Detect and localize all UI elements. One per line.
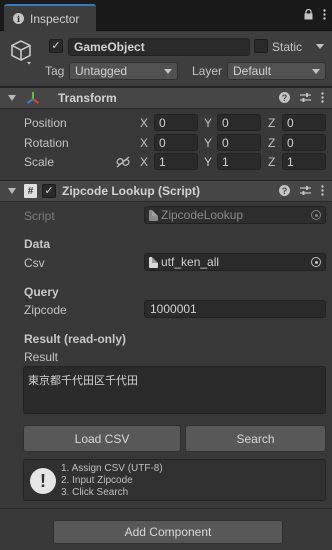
rotation-y-field[interactable]: 0: [217, 134, 261, 151]
data-section-header: Data: [24, 237, 51, 251]
script-reference-value: ZipcodeLookup: [161, 208, 244, 222]
search-button[interactable]: Search: [185, 425, 326, 452]
gameobject-cube-icon: [11, 40, 31, 65]
rotation-x-label: X: [140, 136, 149, 150]
csv-label: Csv: [24, 256, 45, 270]
scale-y-label: Y: [204, 155, 213, 169]
help-box: ! 1. Assign CSV (UTF-8) 2. Input Zipcode…: [23, 459, 326, 501]
info-exclamation-icon: !: [30, 468, 56, 494]
csharp-script-icon: #: [24, 184, 37, 198]
csv-asset-value: utf_ken_all: [161, 255, 220, 269]
chevron-down-icon: [164, 68, 172, 74]
layer-dropdown[interactable]: Default: [227, 62, 326, 80]
transform-axis-icon: [26, 92, 40, 104]
rotation-label: Rotation: [24, 136, 69, 150]
script-label: Script: [24, 209, 55, 223]
more-menu-icon[interactable]: [323, 9, 326, 20]
result-text-area[interactable]: 東京都千代田区千代田: [23, 366, 326, 414]
rotation-y-label: Y: [204, 136, 213, 150]
position-x-label: X: [140, 116, 149, 130]
object-picker-icon: [311, 210, 321, 220]
scale-z-field[interactable]: 1: [282, 153, 326, 170]
constrain-proportions-link-icon[interactable]: [116, 156, 130, 168]
result-label: Result: [24, 350, 59, 364]
script-component-body: Script ZipcodeLookup Data Csv utf_ken_al…: [0, 203, 332, 508]
scale-y-field[interactable]: 1: [217, 153, 261, 170]
transform-title: Transform: [58, 91, 117, 105]
position-y-field[interactable]: 0: [217, 114, 261, 131]
script-header-icons: ?: [279, 185, 324, 196]
csv-asset-field[interactable]: utf_ken_all: [144, 253, 326, 271]
foldout-arrow-icon[interactable]: [8, 95, 16, 101]
tag-label: Tag: [45, 64, 65, 78]
script-component-header[interactable]: # ✓ Zipcode Lookup (Script) ?: [0, 180, 332, 202]
help-line: 3. Click Search: [61, 487, 129, 498]
more-menu-icon[interactable]: [321, 185, 324, 196]
zipcode-label: Zipcode: [24, 303, 67, 317]
tab-bar: i Inspector: [0, 0, 332, 31]
more-menu-icon[interactable]: [321, 92, 324, 103]
gameobject-header: ✓ GameObject Static Tag Untagged Layer D…: [0, 31, 332, 87]
position-label: Position: [24, 116, 67, 130]
static-label: Static: [272, 40, 303, 54]
position-x-field[interactable]: 0: [154, 114, 198, 131]
layer-dropdown-value: Default: [233, 64, 272, 78]
chevron-down-icon: [312, 68, 320, 74]
presets-sliders-icon[interactable]: [300, 92, 311, 103]
static-dropdown-icon[interactable]: [316, 44, 324, 49]
footer-divider: [0, 508, 332, 509]
help-icon[interactable]: ?: [279, 185, 290, 196]
zipcode-input[interactable]: 1000001: [144, 300, 326, 318]
add-component-button[interactable]: Add Component: [53, 520, 283, 544]
tab-toolbar: [304, 9, 326, 20]
help-icon[interactable]: ?: [279, 92, 290, 103]
rotation-z-field[interactable]: 0: [282, 134, 326, 151]
query-section-header: Query: [24, 285, 59, 299]
result-section-header: Result (read-only): [24, 332, 127, 346]
object-picker-icon[interactable]: [311, 257, 321, 267]
tab-inspector-label: Inspector: [30, 11, 80, 26]
tab-inspector[interactable]: i Inspector: [4, 4, 96, 31]
position-z-field[interactable]: 0: [282, 114, 326, 131]
scale-x-field[interactable]: 1: [154, 153, 198, 170]
transform-header-icons: ?: [279, 92, 324, 103]
help-line: 2. Input Zipcode: [61, 475, 133, 486]
position-z-label: Z: [268, 116, 276, 130]
layer-label: Layer: [192, 64, 223, 78]
rotation-x-field[interactable]: 0: [154, 134, 198, 151]
transform-body: Position X 0 Y 0 Z 0 Rotation X 0 Y 0 Z …: [0, 110, 332, 180]
script-file-icon: [149, 209, 158, 221]
transform-header[interactable]: Transform ?: [0, 87, 332, 109]
script-component-title: Zipcode Lookup (Script): [62, 184, 200, 198]
text-asset-icon: [149, 256, 158, 268]
static-checkbox[interactable]: [254, 39, 268, 53]
position-y-label: Y: [204, 116, 213, 130]
scale-label: Scale: [24, 155, 55, 169]
script-reference-field: ZipcodeLookup: [144, 206, 326, 224]
tag-dropdown-value: Untagged: [75, 64, 128, 78]
info-icon: i: [13, 13, 24, 24]
gameobject-name-field[interactable]: GameObject: [68, 38, 250, 56]
help-line: 1. Assign CSV (UTF-8): [61, 463, 163, 474]
scale-x-label: X: [140, 155, 149, 169]
tag-dropdown[interactable]: Untagged: [69, 62, 178, 80]
rotation-z-label: Z: [268, 136, 276, 150]
lock-icon[interactable]: [304, 9, 313, 20]
foldout-arrow-icon[interactable]: [8, 188, 16, 194]
component-enabled-checkbox[interactable]: ✓: [42, 184, 56, 198]
load-csv-button[interactable]: Load CSV: [23, 425, 181, 452]
gameobject-active-checkbox[interactable]: ✓: [49, 39, 63, 53]
help-text: 1. Assign CSV (UTF-8) 2. Input Zipcode 3…: [61, 463, 163, 499]
presets-sliders-icon[interactable]: [300, 185, 311, 196]
scale-z-label: Z: [268, 155, 276, 169]
